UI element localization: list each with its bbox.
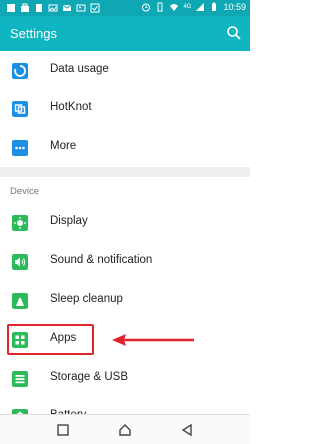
app-bar: Settings [0,16,250,51]
status-time: 10:59 [223,2,246,12]
arrow-icon [112,334,194,346]
alarm-icon [142,3,151,12]
settings-item-label: Display [50,215,88,227]
notification-icon [7,4,15,12]
vibrate-icon [157,2,163,12]
image-icon [48,4,58,12]
settings-item-label: Data usage [50,63,109,75]
settings-item-storage-usb[interactable]: Storage & USB [0,360,250,398]
sim-icon [36,4,42,12]
section-title-device: Device [10,186,40,197]
settings-item-sleep-cleanup[interactable]: Sleep cleanup [0,282,250,320]
settings-item-label: HotKnot [50,101,92,113]
hotknot-icon [12,101,28,117]
wifi-icon [170,4,179,11]
image-icon-2 [76,4,86,12]
battery-status-icon [212,2,217,11]
sleep-cleanup-icon [12,293,28,309]
settings-item-label: Storage & USB [50,371,128,383]
data-usage-icon [12,63,28,79]
settings-item-more[interactable]: More [0,129,250,167]
storage-icon [12,371,28,387]
status-bar: 4G 10:59 [0,0,250,16]
sound-icon [12,254,28,270]
section-divider [0,167,250,177]
settings-item-display[interactable]: Display [0,204,250,242]
more-icon [12,140,28,156]
page-title: Settings [10,26,57,41]
settings-item-data-usage[interactable]: Data usage [0,52,250,90]
settings-item-label: More [50,140,77,152]
signal-icon [196,3,205,11]
settings-item-hotknot[interactable]: HotKnot [0,90,250,128]
mail-icon [62,4,72,11]
checkbox-icon [90,3,100,13]
settings-item-sound-notification[interactable]: Sound & notification [0,243,250,281]
settings-item-label: Sound & notification [50,254,153,266]
display-icon [12,215,28,231]
recents-icon[interactable] [56,423,70,437]
home-icon[interactable] [118,423,132,437]
search-icon[interactable] [226,25,242,41]
settings-item-label: Sleep cleanup [50,293,123,305]
back-icon[interactable] [180,423,194,437]
navigation-bar [0,414,250,444]
network-type: 4G [183,4,192,10]
apps-highlight-box [7,324,94,355]
bag-icon [21,3,29,12]
